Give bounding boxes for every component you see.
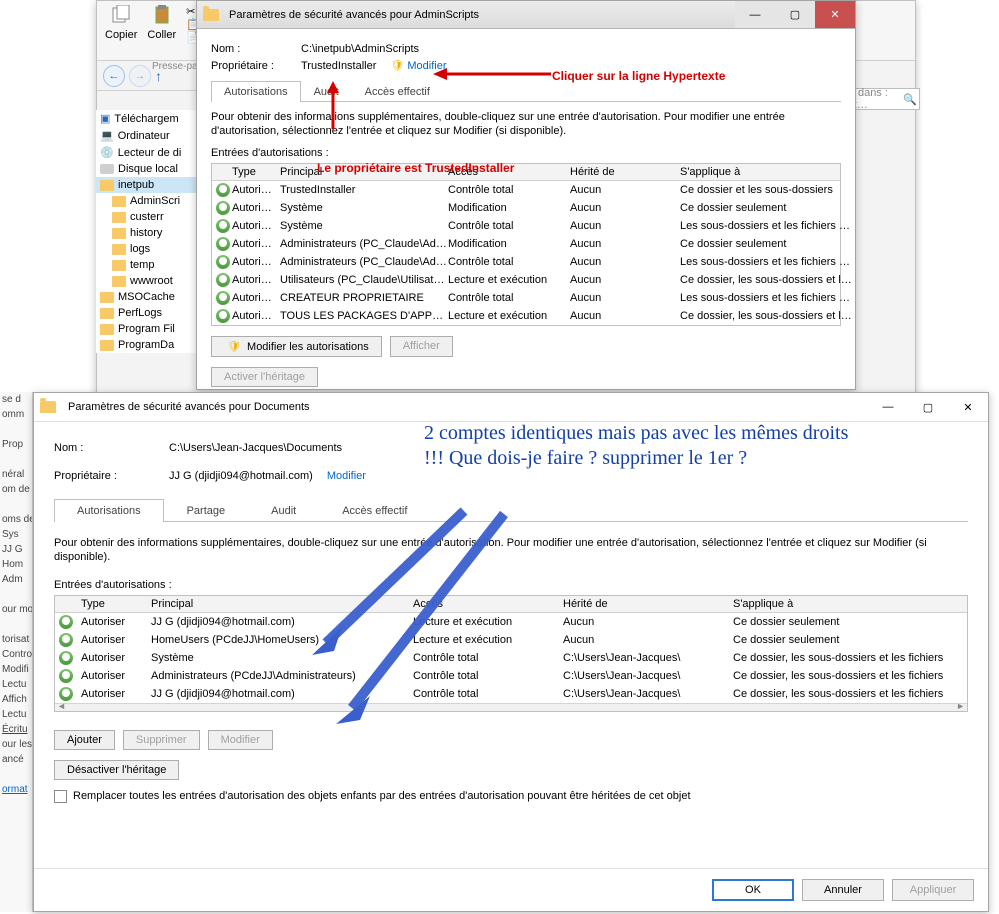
tree-item[interactable]: temp [96,257,196,273]
name-value: C:\inetpub\AdminScripts [301,43,419,55]
close-button[interactable]: ✕ [948,393,988,421]
nav-forward-button[interactable]: → [129,65,151,87]
table-row[interactable]: Autori…CREATEUR PROPRIETAIREContrôle tot… [212,289,840,307]
modify-button[interactable]: Modifier [208,730,273,750]
disable-inheritance-button[interactable]: Désactiver l'héritage [54,760,179,780]
replace-children-checkbox[interactable] [54,790,67,803]
user-icon [216,255,230,269]
maximize-button[interactable]: ▢ [908,393,948,421]
modify-owner-link[interactable]: Modifier [327,470,366,482]
owner-value: JJ G (djidji094@hotmail.com) [169,470,313,482]
annotation-click: Cliquer sur la ligne Hypertexte [552,69,725,83]
annotation-owner: Le propriétaire est TrustedInstaller [317,161,514,175]
user-icon [216,291,230,305]
tabs: Autorisations Audit Accès effectif [211,80,841,102]
tab-effective[interactable]: Accès effectif [352,81,443,102]
tree-item[interactable]: logs [96,241,196,257]
tree-item[interactable]: wwwroot [96,273,196,289]
arrow-icon [324,508,524,738]
name-label: Nom : [54,442,169,454]
cancel-button[interactable]: Annuler [802,879,884,901]
col-inherit[interactable]: Hérité de [563,598,733,610]
tab-share[interactable]: Partage [164,499,249,522]
col-type[interactable]: Type [81,598,151,610]
tree-item[interactable]: inetpub [96,177,196,193]
user-icon [216,219,230,233]
owner-label: Propriétaire : [211,60,301,72]
nav-back-button[interactable]: ← [103,65,125,87]
modify-permissions-button[interactable]: 🛡 Modifier les autorisations [211,336,382,357]
enable-inheritance-button[interactable]: Activer l'héritage [211,367,318,387]
table-row[interactable]: Autori…SystèmeContrôle totalAucunLes sou… [212,217,840,235]
tree-item[interactable]: MSOCache [96,289,196,305]
cut-icon[interactable]: ✂ [186,5,195,18]
folder-icon [40,401,56,413]
user-icon [59,669,73,683]
tree-item[interactable]: PerfLogs [96,305,196,321]
replace-children-label: Remplacer toutes les entrées d'autorisat… [73,790,691,802]
background-panel: se domm Prop néral om de oms de SysJJ GH… [0,392,33,912]
tab-permissions[interactable]: Autorisations [211,81,301,102]
add-button[interactable]: Ajouter [54,730,115,750]
arrow-icon [433,65,553,83]
entries-label: Entrées d'autorisations : [211,147,841,159]
tree-item[interactable]: Disque local [96,161,196,177]
user-icon [216,309,230,323]
table-row[interactable]: Autori…Utilisateurs (PC_Claude\Utilisate… [212,271,840,289]
tree-item[interactable]: AdminScri [96,193,196,209]
help-note: Pour obtenir des informations supplément… [211,110,841,139]
minimize-button[interactable]: — [868,393,908,421]
minimize-button[interactable]: — [735,1,775,28]
name-value: C:\Users\Jean-Jacques\Documents [169,442,342,454]
tree-item[interactable]: custerr [96,209,196,225]
user-icon [216,183,230,197]
tree-item[interactable]: history [96,225,196,241]
search-icon: 🔍 [903,93,917,106]
name-label: Nom : [211,43,301,55]
permissions-list: Type Principal Accès Hérité de S'appliqu… [211,163,841,326]
col-apply[interactable]: S'applique à [680,166,852,178]
user-icon [59,651,73,665]
advanced-security-dialog-2: Paramètres de sécurité avancés pour Docu… [33,392,989,912]
tree-item[interactable]: ProgramDa [96,337,196,353]
ok-button[interactable]: OK [712,879,794,901]
table-row[interactable]: Autori…TrustedInstallerContrôle totalAuc… [212,181,840,199]
col-apply[interactable]: S'applique à [733,598,963,610]
user-icon [59,633,73,647]
maximize-button[interactable]: ▢ [775,1,815,28]
owner-label: Propriétaire : [54,470,169,482]
table-row[interactable]: Autori…TOUS LES PACKAGES D'APPLICA…Lectu… [212,307,840,325]
shield-icon: 🛡 [390,59,404,72]
close-button[interactable]: ✕ [815,1,855,28]
table-row[interactable]: Autori…Administrateurs (PC_Claude\Ad…Con… [212,253,840,271]
col-type[interactable]: Type [232,166,280,178]
tree-item[interactable]: ▣Téléchargem [96,110,196,127]
col-inherit[interactable]: Hérité de [570,166,680,178]
table-row[interactable]: Autori…SystèmeModificationAucunCe dossie… [212,199,840,217]
folder-icon [203,9,219,21]
apply-button[interactable]: Appliquer [892,879,974,901]
user-icon [216,201,230,215]
user-icon [216,273,230,287]
ribbon-coller[interactable]: Coller [147,5,176,41]
tree-item[interactable]: Program Fil [96,321,196,337]
tree-item[interactable]: 💻Ordinateur [96,127,196,144]
table-row[interactable]: Autori…Administrateurs (PC_Claude\Ad…Mod… [212,235,840,253]
ribbon-copier[interactable]: Copier [105,5,137,41]
user-icon [216,237,230,251]
window-title: Paramètres de sécurité avancés pour Admi… [229,9,479,21]
advanced-security-dialog-1: Paramètres de sécurité avancés pour Admi… [196,0,856,390]
window-title: Paramètres de sécurité avancés pour Docu… [68,401,310,413]
show-button[interactable]: Afficher [390,336,453,357]
arrow-icon [325,81,341,131]
owner-value: TrustedInstaller [301,60,376,72]
user-icon [59,615,73,629]
remove-button[interactable]: Supprimer [123,730,200,750]
tab-permissions[interactable]: Autorisations [54,499,164,522]
explorer-tree: ▣Téléchargem 💻Ordinateur 💿Lecteur de di … [96,110,196,353]
shield-icon: 🛡 [227,340,241,353]
user-icon [59,687,73,701]
annotation-question: 2 comptes identiques mais pas avec les m… [424,421,864,471]
tree-item[interactable]: 💿Lecteur de di [96,144,196,161]
